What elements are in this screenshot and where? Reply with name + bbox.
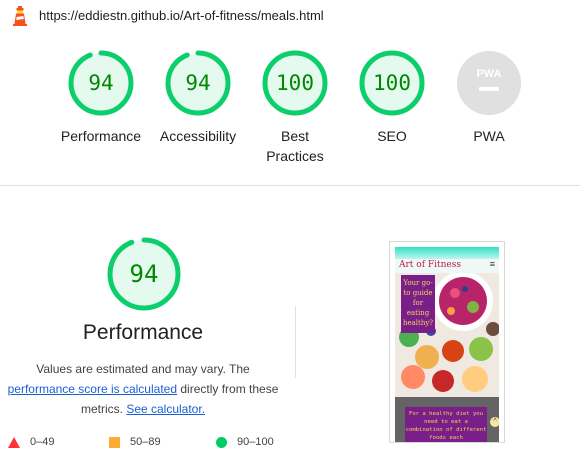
performance-gauge: 94 — [107, 237, 181, 311]
pwa-badge-text: PWA — [476, 68, 501, 80]
screenshot-promo-text: For a healthy diet you need to eat a com… — [405, 407, 487, 442]
score-legend: 0–49 50–89 90–100 — [0, 436, 300, 452]
screenshot-tagline: Your go-to guide for eating healthy? — [401, 275, 435, 333]
gauge-ring: 94 — [68, 50, 134, 116]
report-topbar: https://eddiestn.github.io/Art-of-fitnes… — [0, 0, 580, 32]
pwa-badge-icon: PWA — [457, 51, 521, 115]
gauge-accessibility[interactable]: 94 Accessibility — [150, 48, 246, 146]
category-gauges: 94 Performance 94 Accessibility 100 Best… — [0, 48, 580, 178]
gauge-performance[interactable]: 94 Performance — [53, 48, 149, 146]
gauge-label: Best Practices — [266, 128, 324, 164]
orange-square-icon — [109, 436, 120, 448]
see-calculator-link[interactable]: See calculator. — [126, 402, 205, 416]
gauge-ring: 94 — [165, 50, 231, 116]
pwa-badge: PWA — [456, 50, 522, 116]
legend-range: 90–100 — [237, 436, 274, 448]
final-screenshot[interactable]: Art of Fitness ≡ Your go-to guide for ea… — [389, 241, 505, 443]
gauge-seo[interactable]: 100 SEO — [344, 48, 440, 146]
performance-score: 94 — [129, 260, 159, 288]
gauge-label: PWA — [473, 128, 505, 144]
hamburger-menu-icon: ≡ — [489, 259, 495, 269]
gauge-score: 94 — [185, 71, 211, 95]
gauge-score: 100 — [373, 71, 411, 95]
screenshot-page: Art of Fitness ≡ Your go-to guide for ea… — [395, 247, 499, 442]
score-calculated-link[interactable]: performance score is calculated — [8, 382, 177, 396]
green-circle-icon — [216, 436, 227, 448]
section-divider — [0, 185, 580, 186]
gauge-score: 100 — [276, 71, 314, 95]
page-url[interactable]: https://eddiestn.github.io/Art-of-fitnes… — [39, 8, 324, 23]
lighthouse-icon — [13, 6, 27, 26]
gauge-label: SEO — [377, 128, 407, 144]
gauge-ring: 100 — [359, 50, 425, 116]
gauge-ring: 100 — [262, 50, 328, 116]
desc-text: Values are estimated and may vary. The — [36, 362, 250, 376]
performance-title: Performance — [82, 321, 204, 344]
performance-description: Values are estimated and may vary. The p… — [3, 359, 283, 419]
screenshot-header-gradient — [395, 247, 499, 259]
gauge-best-practices[interactable]: 100 Best Practices — [247, 48, 343, 166]
vertical-divider — [295, 306, 296, 378]
screenshot-brand: Art of Fitness — [399, 260, 461, 270]
scroll-to-top-icon: ^ — [490, 417, 499, 427]
gauge-pwa[interactable]: PWA PWA — [441, 48, 537, 146]
red-triangle-icon — [8, 436, 20, 448]
legend-range: 50–89 — [130, 436, 161, 448]
gauge-score: 94 — [88, 71, 114, 95]
legend-item-average: 50–89 — [109, 436, 161, 448]
gauge-label: Performance — [60, 128, 142, 144]
legend-range: 0–49 — [30, 436, 55, 448]
gauge-label: Accessibility — [159, 128, 237, 144]
legend-item-fail: 0–49 — [8, 436, 54, 448]
legend-item-pass: 90–100 — [216, 436, 274, 448]
